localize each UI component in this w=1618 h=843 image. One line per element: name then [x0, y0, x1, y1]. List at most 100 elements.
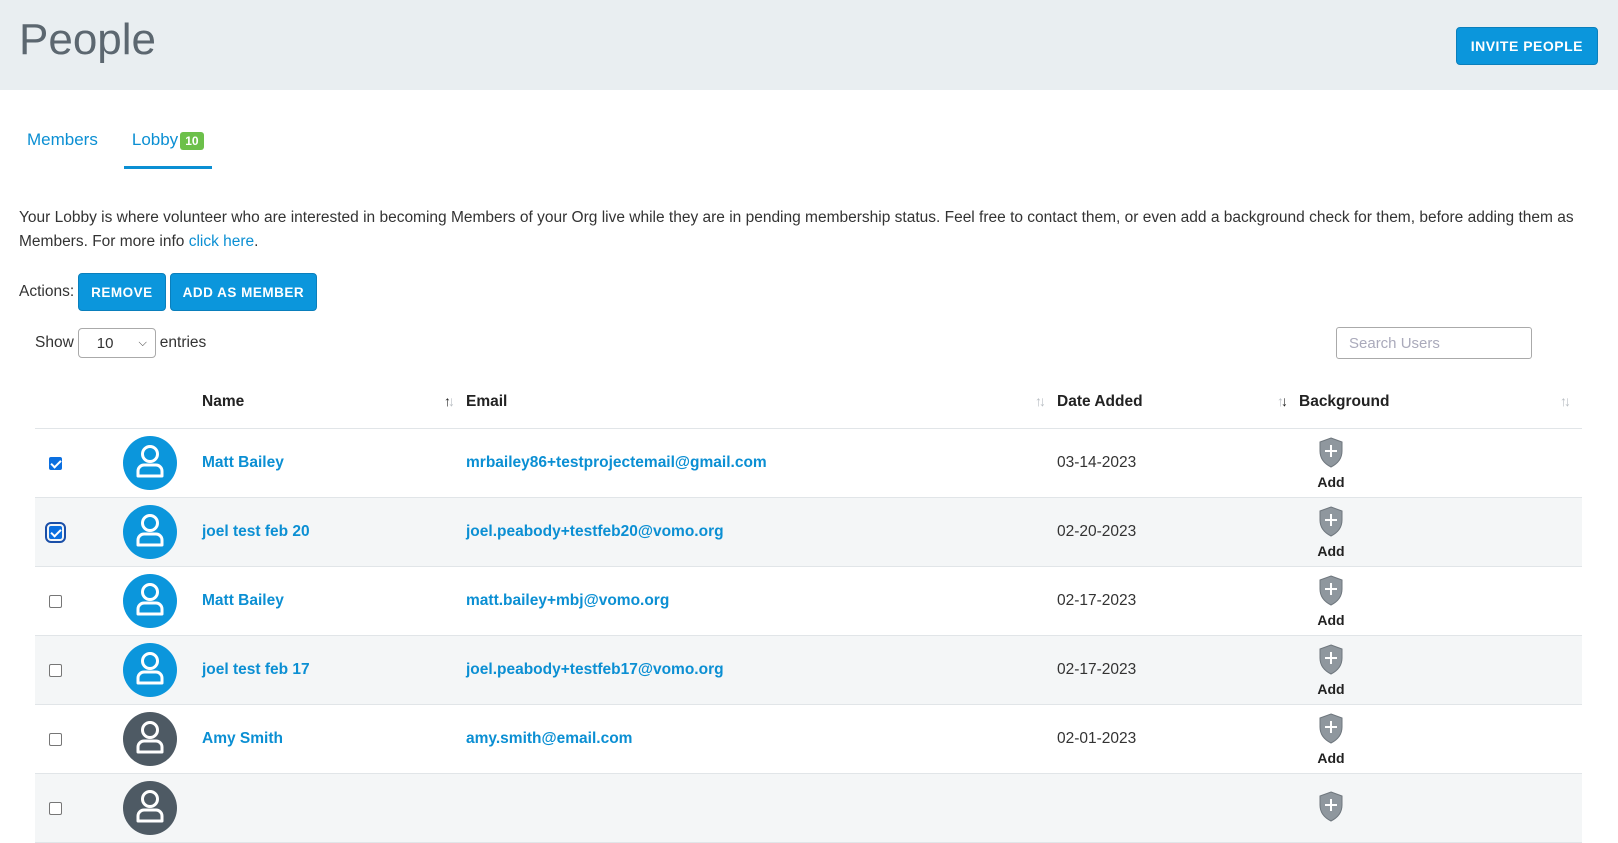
user-email-link[interactable]: joel.peabody+testfeb17@vomo.org [466, 661, 724, 678]
user-name-link[interactable]: Amy Smith [202, 730, 283, 747]
user-icon [135, 582, 165, 621]
date-added: 02-20-2023 [1057, 523, 1137, 540]
shield-plus-icon [1318, 712, 1344, 749]
add-as-member-button[interactable]: ADD AS MEMBER [169, 273, 318, 311]
avatar-cell [123, 773, 202, 843]
shield-plus-icon [1318, 643, 1344, 680]
row-select-cell [35, 497, 123, 567]
date-cell: 03-14-2023 [1057, 428, 1299, 498]
background-cell: Add [1299, 704, 1582, 774]
entries-length-menu: Show 10 ⌵ entries [35, 328, 206, 358]
avatar [123, 574, 177, 628]
shield-plus-icon [1318, 574, 1344, 611]
user-name-link[interactable]: joel test feb 17 [202, 661, 310, 678]
sort-asc-icon: ↑↓ [444, 393, 455, 409]
lobby-description-suffix: . [254, 233, 259, 250]
row-checkbox[interactable] [49, 801, 62, 815]
add-background-check-button[interactable]: Add [1311, 574, 1351, 628]
user-name-link[interactable]: Matt Bailey [202, 454, 284, 471]
column-header-email[interactable]: Email ↑↓ [466, 376, 1057, 429]
people-tabs: Members Lobby 10 [19, 120, 212, 169]
add-background-check-button[interactable]: Add [1311, 712, 1351, 766]
add-background-check-button[interactable] [1311, 790, 1351, 827]
user-email-link[interactable]: joel.peabody+testfeb20@vomo.org [466, 523, 724, 540]
avatar-cell [123, 497, 202, 567]
user-icon [135, 444, 165, 483]
table-row [35, 773, 1582, 843]
background-cell: Add [1299, 497, 1582, 567]
entries-select[interactable]: 10 ⌵ [77, 328, 156, 358]
add-background-label: Add [1317, 612, 1345, 628]
search-users-input[interactable] [1336, 327, 1532, 359]
tab-lobby-label: Lobby [131, 130, 179, 149]
invite-people-button[interactable]: INVITE PEOPLE [1455, 27, 1598, 65]
tab-lobby[interactable]: Lobby 10 [123, 120, 212, 169]
date-added: 02-17-2023 [1057, 592, 1137, 609]
column-header-background[interactable]: Background ↑↓ [1299, 376, 1582, 429]
add-background-check-button[interactable]: Add [1311, 643, 1351, 697]
user-email-link[interactable]: mrbailey86+testprojectemail@gmail.com [466, 454, 767, 471]
remove-button[interactable]: REMOVE [78, 273, 166, 311]
row-select-cell [35, 635, 123, 705]
row-checkbox[interactable] [49, 456, 62, 470]
name-cell: joel test feb 17 [202, 635, 466, 705]
user-icon [135, 513, 165, 552]
background-cell: Add [1299, 566, 1582, 636]
avatar [123, 436, 177, 490]
actions-label: Actions: [19, 283, 75, 300]
avatar [123, 643, 177, 697]
tab-members-label: Members [27, 130, 98, 149]
avatar-column-header [123, 376, 202, 429]
date-added: 03-14-2023 [1057, 454, 1137, 471]
sort-desc-icon: ↑↓ [1277, 393, 1288, 409]
sort-icon: ↑↓ [1560, 393, 1571, 409]
bulk-actions: Actions: REMOVE ADD AS MEMBER [19, 273, 318, 311]
row-select-cell [35, 428, 123, 498]
shield-plus-icon [1318, 790, 1344, 827]
column-header-name[interactable]: Name ↑↓ [202, 376, 466, 429]
name-cell: Matt Bailey [202, 566, 466, 636]
row-checkbox[interactable] [49, 732, 62, 746]
user-email-link[interactable]: amy.smith@email.com [466, 730, 632, 747]
user-name-link[interactable]: joel test feb 20 [202, 523, 310, 540]
column-header-date-added[interactable]: Date Added ↑↓ [1057, 376, 1299, 429]
background-cell: Add [1299, 428, 1582, 498]
tab-members[interactable]: Members [19, 120, 106, 166]
avatar [123, 781, 177, 835]
select-column-header [35, 376, 123, 429]
add-background-check-button[interactable]: Add [1311, 436, 1351, 490]
add-background-label: Add [1317, 681, 1345, 697]
user-icon [135, 789, 165, 828]
add-background-label: Add [1317, 543, 1345, 559]
date-cell: 02-17-2023 [1057, 635, 1299, 705]
lobby-description: Your Lobby is where volunteer who are in… [19, 206, 1579, 254]
table-row: joel test feb 17 joel.peabody+testfeb17@v… [35, 635, 1582, 705]
background-cell: Add [1299, 635, 1582, 705]
avatar [123, 712, 177, 766]
table-row: Amy Smith amy.smith@email.com 02-01-2023 Ad… [35, 704, 1582, 774]
row-checkbox[interactable] [49, 594, 62, 608]
table-header-row: Name ↑↓ Email ↑↓ Date Added ↑↓ Background ↑↓ [35, 376, 1582, 429]
entries-select-value: 10 [96, 334, 114, 352]
date-added: 02-01-2023 [1057, 730, 1137, 747]
add-background-label: Add [1317, 750, 1345, 766]
user-email-link[interactable]: matt.bailey+mbj@vomo.org [466, 592, 669, 609]
shield-plus-icon [1318, 505, 1344, 542]
row-checkbox[interactable] [45, 521, 66, 543]
name-cell: Matt Bailey [202, 428, 466, 498]
name-cell: joel test feb 20 [202, 497, 466, 567]
user-name-link[interactable]: Matt Bailey [202, 592, 284, 609]
email-cell: matt.bailey+mbj@vomo.org [466, 566, 1057, 636]
avatar-cell [123, 566, 202, 636]
more-info-link[interactable]: click here [189, 233, 254, 250]
table-row: joel test feb 20 joel.peabody+testfeb20@v… [35, 497, 1582, 567]
sort-icon: ↑↓ [1035, 393, 1046, 409]
email-cell: amy.smith@email.com [466, 704, 1057, 774]
table-row: Matt Bailey mrbailey86+testprojectemail@g… [35, 428, 1582, 498]
row-checkbox[interactable] [49, 663, 62, 677]
show-label: Show [35, 334, 74, 351]
date-added: 02-17-2023 [1057, 661, 1137, 678]
add-background-check-button[interactable]: Add [1311, 505, 1351, 559]
lobby-count-badge: 10 [180, 132, 204, 150]
avatar-cell [123, 704, 202, 774]
